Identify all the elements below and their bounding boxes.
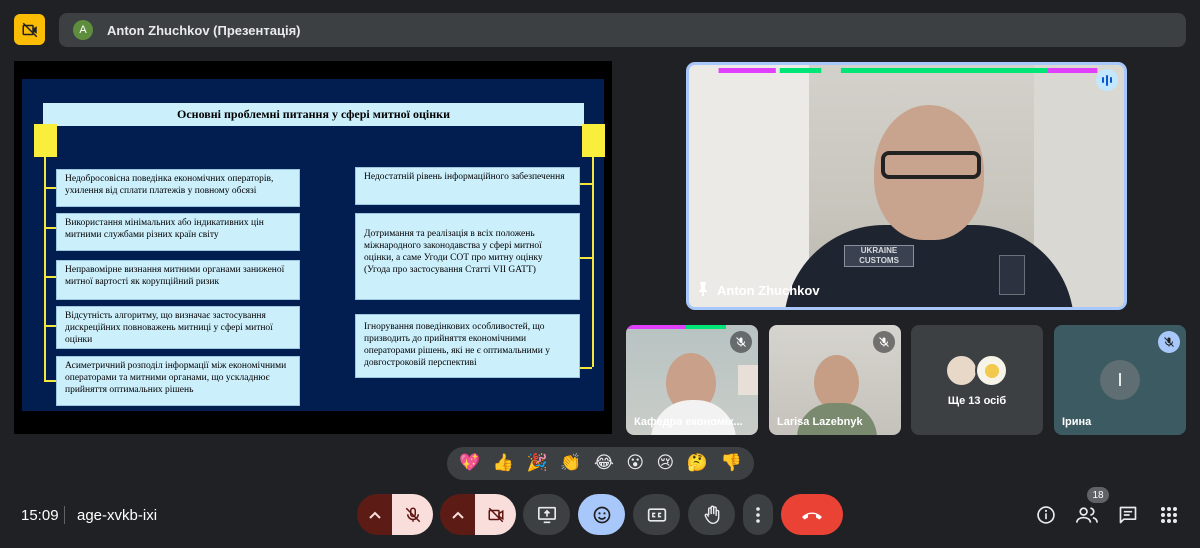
mic-options-button[interactable] [357, 494, 393, 535]
presentation-title: Anton Zhuchkov (Презентація) [107, 22, 301, 38]
meeting-code: age-xvkb-ixi [77, 507, 158, 524]
slide-left-item: Асиметричний розподіл інформації між еко… [56, 356, 300, 406]
shared-presentation[interactable]: Основні проблемні питання у сфері митної… [14, 61, 612, 434]
people-button[interactable] [1075, 503, 1099, 527]
participant-avatar: І [1100, 360, 1140, 400]
divider [64, 506, 65, 524]
slide-left-item: Використання мінімальних або індикативни… [56, 213, 300, 251]
more-vert-icon [756, 506, 760, 523]
reactions-bar: 💖 👍 🎉 👏 😂 😮 😢 🤔 👎 [447, 447, 754, 480]
slide-left-arrow [44, 227, 56, 229]
more-options-button[interactable] [743, 494, 773, 535]
reaction-thumbs-up-icon[interactable]: 👍 [493, 455, 514, 472]
participant-name: Кафедра економік... [634, 416, 743, 428]
participant-tile[interactable]: І Ірина [1054, 325, 1186, 435]
slide-content: Основні проблемні питання у сфері митної… [22, 79, 605, 411]
presenter-avatar: A [73, 20, 93, 40]
slide-left-marker [34, 124, 57, 157]
camera-off-icon [488, 507, 503, 522]
reaction-thumbs-down-icon[interactable]: 👎 [720, 455, 741, 472]
mic-off-icon [1158, 331, 1180, 353]
uniform-patch-subtext: CUSTOMS [859, 256, 899, 265]
slide-left-connector [44, 157, 46, 381]
slide-right-arrow [580, 183, 592, 185]
slide-left-arrow [44, 380, 56, 382]
slide-left-item: Відсутність алгоритму, що визначає засто… [56, 306, 300, 349]
reaction-laugh-icon[interactable]: 😂 [594, 455, 614, 472]
chat-button[interactable] [1116, 503, 1140, 527]
chevron-up-icon [452, 511, 464, 519]
people-icon [1076, 507, 1098, 523]
slide-right-connector [592, 157, 594, 367]
slide-right-item: Недостатній рівень інформаційного забезп… [355, 167, 580, 205]
slide-right-marker [582, 124, 605, 157]
background-object [738, 365, 758, 395]
clock: 15:09 [21, 507, 59, 524]
reaction-clap-icon[interactable]: 👏 [560, 455, 581, 472]
reaction-heart-icon[interactable]: 💖 [459, 455, 480, 472]
participant-name: Ірина [1062, 416, 1092, 428]
slide-right-item: Дотримання та реалізація в всіх положень… [355, 213, 580, 300]
emoji-icon [593, 506, 610, 523]
uniform-patch-text: UKRAINE [860, 246, 898, 255]
mic-toggle-button[interactable] [392, 494, 433, 535]
slide-right-arrow [580, 367, 592, 369]
speaker-glasses [881, 151, 981, 179]
participant-avatar [945, 354, 978, 387]
slide-left-arrow [44, 276, 56, 278]
participants-count-badge: 18 [1087, 487, 1109, 503]
raise-hand-button[interactable] [688, 494, 735, 535]
slide-left-arrow [44, 325, 56, 327]
participant-tile[interactable]: Larisa Lazebnyk [769, 325, 901, 435]
slide-title: Основні проблемні питання у сфері митної… [43, 103, 584, 126]
mic-off-icon [730, 331, 752, 353]
present-button[interactable] [523, 494, 570, 535]
mic-off-icon [873, 331, 895, 353]
slide-right-item: Ігнорування поведінкових особливостей, щ… [355, 314, 580, 378]
hang-up-icon [802, 512, 822, 519]
info-icon [1037, 506, 1055, 524]
more-participants-label: Ще 13 осіб [947, 395, 1007, 407]
captions-button[interactable] [633, 494, 680, 535]
slide-left-arrow [44, 187, 56, 189]
reaction-surprised-icon[interactable]: 😮 [626, 455, 644, 472]
participant-name: Larisa Lazebnyk [777, 416, 863, 428]
mic-off-icon [405, 507, 420, 522]
reaction-party-icon[interactable]: 🎉 [527, 455, 548, 472]
hand-icon [704, 505, 719, 524]
audio-level-bars [626, 325, 726, 329]
more-participants-tile[interactable]: Ще 13 осіб [911, 325, 1043, 435]
pin-icon[interactable] [697, 282, 709, 299]
camera-options-button[interactable] [440, 494, 476, 535]
reaction-sad-icon[interactable]: 😢 [657, 455, 675, 472]
participant-face [814, 355, 859, 410]
participant-tile[interactable]: Кафедра економік... [626, 325, 758, 435]
uniform-patch: UKRAINE CUSTOMS [844, 245, 914, 267]
slide-left-item: Неправомірне визнання митними органами з… [56, 260, 300, 300]
captions-icon [647, 507, 666, 522]
meeting-info-button[interactable] [1034, 503, 1058, 527]
reactions-button[interactable] [578, 494, 625, 535]
speaker-video-tile[interactable]: UKRAINE CUSTOMS Anton Zhuchkov [686, 62, 1127, 310]
leave-call-button[interactable] [781, 494, 843, 535]
camera-off-indicator-icon[interactable] [14, 14, 45, 45]
shoulder-insignia [999, 255, 1025, 295]
chevron-up-icon [369, 511, 381, 519]
slide-right-arrow [580, 257, 592, 259]
participant-avatar [975, 354, 1008, 387]
speaker-name: Anton Zhuchkov [717, 283, 820, 298]
speaking-indicator-icon [1096, 69, 1118, 91]
speaker-name-label: Anton Zhuchkov [697, 282, 820, 299]
present-screen-icon [537, 506, 556, 523]
background-wall [689, 65, 809, 307]
apps-grid-icon [1161, 507, 1177, 523]
activities-button[interactable] [1157, 503, 1181, 527]
audio-level-bars [718, 68, 1098, 73]
chat-icon [1119, 506, 1137, 524]
reaction-thinking-icon[interactable]: 🤔 [687, 455, 708, 472]
presentation-banner: A Anton Zhuchkov (Презентація) [59, 13, 1186, 47]
camera-toggle-button[interactable] [475, 494, 516, 535]
slide-left-item: Недобросовісна поведінка економічних опе… [56, 169, 300, 207]
